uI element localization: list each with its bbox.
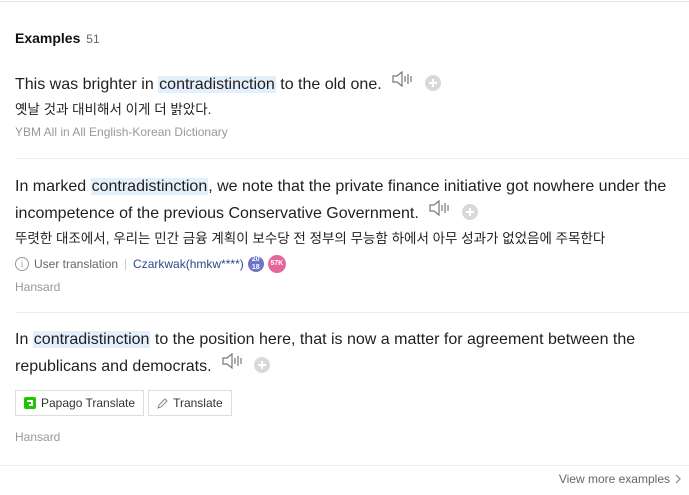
highlighted-word[interactable]: contradistinction <box>90 178 209 195</box>
separator <box>125 258 127 270</box>
korean-translation: 뚜렷한 대조에서, 우리는 민간 금융 계획이 보수당 전 정부의 무능함 하에… <box>15 231 606 247</box>
pencil-icon <box>157 398 168 409</box>
example-item: In marked contradistinction, we note tha… <box>15 173 689 294</box>
count-badge: 57K <box>267 255 286 274</box>
example-source[interactable]: Hansard <box>15 430 689 444</box>
speaker-icon[interactable] <box>392 69 414 96</box>
example-item: This was brighter in contradistinction t… <box>15 71 689 139</box>
top-divider <box>0 1 689 2</box>
translate-buttons: Papago Translate Translate <box>15 390 689 417</box>
sentence-text: In <box>15 331 33 348</box>
papago-translate-button[interactable]: Papago Translate <box>15 390 145 417</box>
example-source[interactable]: YBM All in All English-Korean Dictionary <box>15 125 689 139</box>
highlighted-word[interactable]: contradistinction <box>158 76 276 93</box>
view-more-examples-link[interactable]: View more examples <box>559 472 681 486</box>
info-icon[interactable]: i <box>15 257 29 272</box>
chevron-right-icon <box>675 474 681 484</box>
speaker-icon[interactable] <box>222 351 244 378</box>
year-badge: 20 18 <box>247 256 264 273</box>
sentence-text: This was brighter in <box>15 76 159 93</box>
divider <box>0 465 689 466</box>
examples-count: 51 <box>86 32 100 46</box>
user-link[interactable]: Czarkwak(hmkw****) <box>133 257 244 271</box>
papago-translate-label: Papago Translate <box>41 396 136 411</box>
examples-header: Examples 51 <box>15 30 100 46</box>
example-sentence: In marked contradistinction, we note tha… <box>15 173 685 227</box>
speaker-icon[interactable] <box>429 198 451 225</box>
add-to-wordbook-icon[interactable] <box>254 356 271 373</box>
example-source[interactable]: Hansard <box>15 280 689 294</box>
example-sentence: In contradistinction to the position her… <box>15 326 685 380</box>
user-translation-label: User translation <box>34 257 119 272</box>
korean-translation: 옛날 것과 대비해서 이게 더 밝았다. <box>15 102 212 118</box>
example-sentence: This was brighter in contradistinction t… <box>15 71 685 98</box>
highlighted-word[interactable]: contradistinction <box>32 331 151 348</box>
sentence-text: to the old one. <box>275 76 382 93</box>
papago-icon <box>24 397 36 410</box>
divider <box>15 312 689 313</box>
examples-title: Examples <box>15 30 81 46</box>
add-to-wordbook-icon[interactable] <box>424 74 441 91</box>
view-more-label: View more examples <box>558 472 670 486</box>
translate-button[interactable]: Translate <box>148 390 232 417</box>
user-translation-row: i User translation Czarkwak(hmkw****) 20… <box>15 254 689 274</box>
add-to-wordbook-icon[interactable] <box>461 203 478 220</box>
example-item: In contradistinction to the position her… <box>15 326 689 444</box>
sentence-text: In marked <box>15 178 91 195</box>
translate-label: Translate <box>173 396 223 411</box>
divider <box>15 158 689 159</box>
